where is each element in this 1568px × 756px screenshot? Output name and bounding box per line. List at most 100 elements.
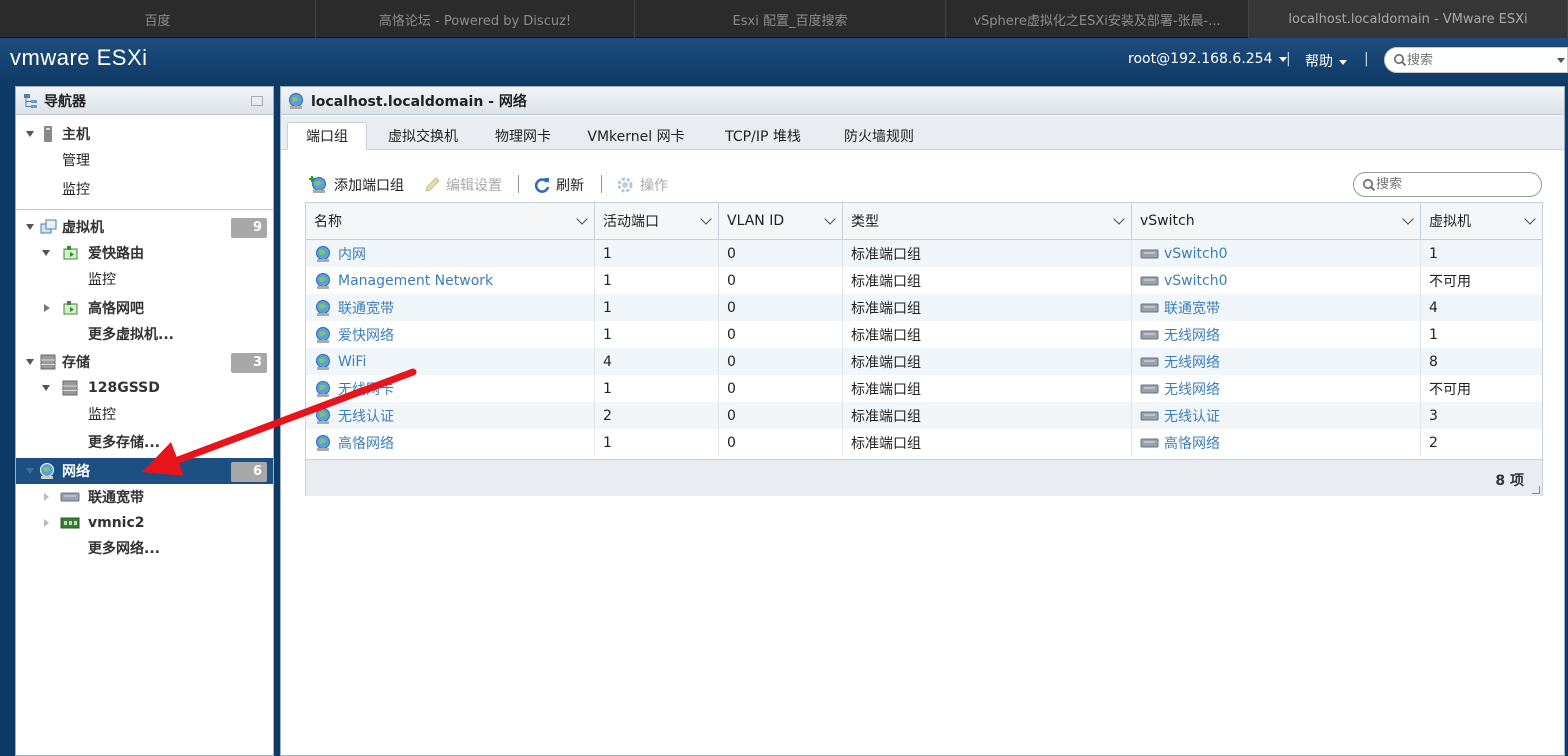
chevron-down-icon[interactable] (1402, 213, 1414, 225)
table-search[interactable] (1353, 172, 1542, 197)
user-menu[interactable]: root@192.168.6.254 (1128, 51, 1287, 67)
tab-port-groups[interactable]: 端口组 (287, 122, 367, 150)
table-row[interactable]: 爱快网络 1 0 标准端口组 无线网络 1 (306, 321, 1542, 348)
global-search-input[interactable] (1407, 52, 1547, 68)
name-text[interactable]: 高恪网络 (338, 433, 394, 453)
add-port-group-button[interactable]: 添加端口组 (309, 175, 404, 195)
tab-virtual-switches[interactable]: 虚拟交换机 (375, 122, 471, 150)
vswitch-text[interactable]: 无线网络 (1164, 352, 1220, 372)
collapse-icon[interactable] (251, 96, 263, 106)
cell-vswitch[interactable]: 无线网络 (1132, 375, 1421, 402)
name-text[interactable]: WiFi (338, 354, 366, 370)
column-header-vlan[interactable]: VLAN ID (719, 203, 843, 240)
column-header-vms[interactable]: 虚拟机 (1421, 203, 1542, 240)
cell-vswitch[interactable]: 无线认证 (1132, 402, 1421, 429)
table-row[interactable]: 内网 1 0 标准端口组 vSwitch0 1 (306, 240, 1542, 267)
nav-network[interactable]: 网络 6 (16, 458, 273, 484)
cell-vswitch[interactable]: 无线网络 (1132, 348, 1421, 375)
expand-icon[interactable] (26, 359, 34, 365)
chevron-down-icon[interactable] (1113, 213, 1125, 225)
expand-icon[interactable] (42, 385, 50, 391)
cell-vswitch[interactable]: 高恪网络 (1132, 429, 1421, 456)
nav-network-liantong[interactable]: 联通宽带 (16, 484, 273, 510)
browser-tab[interactable]: Esxi 配置_百度搜索 (635, 0, 946, 38)
cell-vswitch[interactable]: 联通宽带 (1132, 294, 1421, 321)
vswitch-text[interactable]: 联通宽带 (1164, 298, 1220, 318)
nav-more-network[interactable]: 更多网络... (16, 535, 273, 561)
edit-settings-button[interactable]: 编辑设置 (423, 175, 502, 195)
nav-virtual-machines[interactable]: 虚拟机 9 (16, 214, 273, 240)
table-row[interactable]: 高恪网络 1 0 标准端口组 高恪网络 2 (306, 429, 1542, 456)
cell-name[interactable]: 内网 (306, 240, 595, 267)
global-search[interactable] (1384, 47, 1568, 73)
table-row[interactable]: Management Network 1 0 标准端口组 vSwitch0 不可用 (306, 267, 1542, 294)
nav-more-vms[interactable]: 更多虚拟机... (16, 321, 273, 347)
expand-icon[interactable] (42, 250, 50, 256)
cell-name[interactable]: 爱快网络 (306, 321, 595, 348)
nav-storage[interactable]: 存储 3 (16, 349, 273, 375)
nav-host-manage[interactable]: 管理 (16, 147, 273, 173)
tab-firewall-rules[interactable]: 防火墙规则 (833, 122, 925, 150)
chevron-down-icon[interactable] (824, 213, 836, 225)
vswitch-text[interactable]: vSwitch0 (1164, 246, 1227, 262)
expand-icon[interactable] (44, 493, 49, 501)
expand-icon[interactable] (26, 224, 34, 230)
cell-vswitch[interactable]: 无线网络 (1132, 321, 1421, 348)
nav-vm-aikuai-monitor[interactable]: 监控 (16, 266, 273, 292)
name-text[interactable]: 爱快网络 (338, 325, 394, 345)
table-search-input[interactable] (1376, 177, 1516, 192)
resize-handle-icon[interactable] (1532, 486, 1540, 494)
expand-icon[interactable] (26, 468, 34, 474)
help-menu[interactable]: 帮助 (1305, 51, 1347, 71)
cell-name[interactable]: 联通宽带 (306, 294, 595, 321)
chevron-down-icon[interactable] (700, 213, 712, 225)
expand-icon[interactable] (44, 519, 49, 527)
vswitch-text[interactable]: vSwitch0 (1164, 273, 1227, 289)
cell-name[interactable]: 高恪网络 (306, 429, 595, 456)
nav-datastore[interactable]: 128GSSD (16, 375, 273, 401)
chevron-down-icon[interactable] (576, 213, 588, 225)
cell-name[interactable]: Management Network (306, 267, 595, 294)
browser-tab[interactable]: vSphere虚拟化之ESXi安装及部署-张晨-... (946, 0, 1249, 38)
name-text[interactable]: 无线认证 (338, 406, 394, 426)
tab-tcpip-stacks[interactable]: TCP/IP 堆栈 (713, 122, 813, 150)
table-row[interactable]: WiFi 4 0 标准端口组 无线网络 8 (306, 348, 1542, 375)
name-text[interactable]: 联通宽带 (338, 298, 394, 318)
cell-vswitch[interactable]: vSwitch0 (1132, 267, 1421, 294)
chevron-down-icon[interactable] (1557, 58, 1565, 63)
browser-tab-active[interactable]: localhost.localdomain - VMware ESXi (1249, 0, 1568, 38)
nav-host-monitor[interactable]: 监控 (16, 176, 273, 202)
column-header-type[interactable]: 类型 (843, 203, 1132, 240)
column-header-active-ports[interactable]: 活动端口 (595, 203, 719, 240)
expand-icon[interactable] (26, 131, 34, 137)
nav-vm-gaoke[interactable]: 高恪网吧 (16, 295, 273, 321)
cell-name[interactable]: 无线网卡 (306, 375, 595, 402)
actions-button[interactable]: 操作 (615, 175, 668, 195)
name-text[interactable]: 无线网卡 (338, 379, 394, 399)
nav-datastore-monitor[interactable]: 监控 (16, 401, 273, 427)
nav-vm-aikuai[interactable]: 爱快路由 (16, 240, 273, 266)
tab-physical-nics[interactable]: 物理网卡 (483, 122, 563, 150)
expand-icon[interactable] (44, 304, 50, 312)
vswitch-text[interactable]: 无线网络 (1164, 325, 1220, 345)
nav-more-storage[interactable]: 更多存储... (16, 429, 273, 455)
vswitch-text[interactable]: 无线网络 (1164, 379, 1220, 399)
browser-tab[interactable]: 百度 (0, 0, 316, 38)
table-row[interactable]: 无线网卡 1 0 标准端口组 无线网络 不可用 (306, 375, 1542, 402)
chevron-down-icon[interactable] (1524, 213, 1536, 225)
cell-name[interactable]: WiFi (306, 348, 595, 375)
column-header-vswitch[interactable]: vSwitch (1132, 203, 1421, 240)
name-text[interactable]: 内网 (338, 244, 366, 264)
vswitch-text[interactable]: 高恪网络 (1164, 433, 1220, 453)
refresh-button[interactable]: 刷新 (533, 175, 584, 195)
nav-host[interactable]: 主机 (16, 121, 273, 147)
nav-network-vmnic2[interactable]: vmnic2 (16, 510, 273, 536)
vswitch-text[interactable]: 无线认证 (1164, 406, 1220, 426)
tab-vmkernel-nics[interactable]: VMkernel 网卡 (581, 122, 691, 150)
column-header-name[interactable]: 名称 (306, 203, 595, 240)
browser-tab[interactable]: 高恪论坛 - Powered by Discuz! (316, 0, 635, 38)
table-row[interactable]: 无线认证 2 0 标准端口组 无线认证 3 (306, 402, 1542, 429)
cell-name[interactable]: 无线认证 (306, 402, 595, 429)
table-row[interactable]: 联通宽带 1 0 标准端口组 联通宽带 4 (306, 294, 1542, 321)
cell-vswitch[interactable]: vSwitch0 (1132, 240, 1421, 267)
